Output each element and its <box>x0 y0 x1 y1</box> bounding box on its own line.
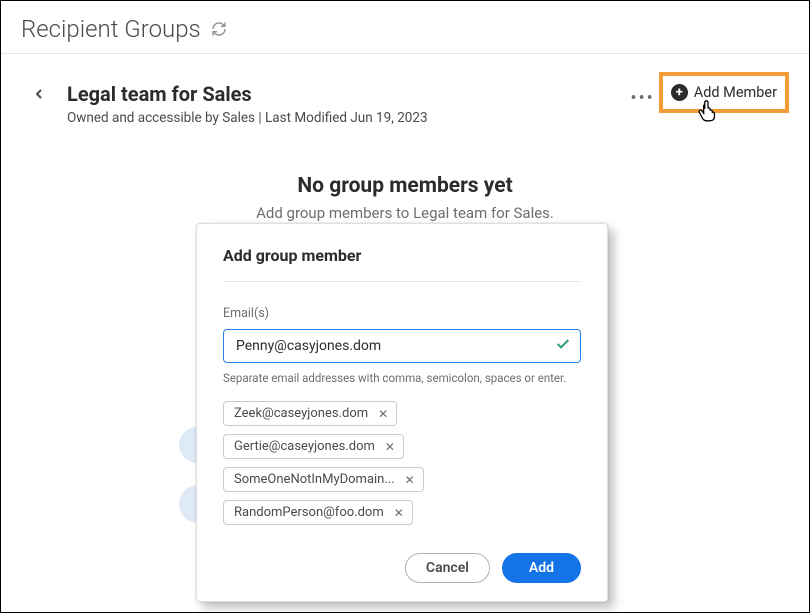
add-member-wrap: + Add Member <box>669 82 779 103</box>
divider <box>223 281 581 282</box>
check-icon <box>555 336 571 356</box>
email-chip[interactable]: Gertie@caseyjones.dom ✕ <box>223 434 404 459</box>
group-header: Legal team for Sales Owned and accessibl… <box>1 54 809 126</box>
group-title: Legal team for Sales <box>67 82 428 106</box>
email-chip[interactable]: RandomPerson@foo.dom ✕ <box>223 500 413 525</box>
email-chip[interactable]: Zeek@caseyjones.dom ✕ <box>223 401 397 426</box>
empty-state: No group members yet Add group members t… <box>1 174 809 222</box>
page-title-row: Recipient Groups <box>1 1 809 54</box>
chip-text: Zeek@caseyjones.dom <box>234 406 368 421</box>
chip-remove-icon[interactable]: ✕ <box>405 473 415 487</box>
empty-title: No group members yet <box>1 174 809 198</box>
email-field-label: Email(s) <box>223 306 581 321</box>
group-meta: Owned and accessible by Sales | Last Mod… <box>67 110 428 126</box>
modal-title: Add group member <box>223 246 581 265</box>
chip-remove-icon[interactable]: ✕ <box>394 506 404 520</box>
email-chips: Zeek@caseyjones.dom ✕ Gertie@caseyjones.… <box>223 401 581 525</box>
back-button[interactable] <box>31 86 47 106</box>
email-chip[interactable]: SomeOneNotInMyDomain... ✕ <box>223 467 424 492</box>
group-title-block: Legal team for Sales Owned and accessibl… <box>67 82 428 126</box>
add-member-label: Add Member <box>694 84 777 101</box>
modal-footer: Cancel Add <box>223 553 581 583</box>
plus-icon: + <box>671 84 688 101</box>
refresh-icon[interactable] <box>211 21 227 37</box>
chip-text: Gertie@caseyjones.dom <box>234 439 375 454</box>
add-member-modal: Add group member Email(s) Separate email… <box>196 223 608 602</box>
add-button[interactable]: Add <box>502 553 581 583</box>
chip-remove-icon[interactable]: ✕ <box>378 407 388 421</box>
email-hint: Separate email addresses with comma, sem… <box>223 371 581 385</box>
email-input[interactable] <box>223 329 581 363</box>
chip-remove-icon[interactable]: ✕ <box>385 440 395 454</box>
chip-text: RandomPerson@foo.dom <box>234 505 384 520</box>
cancel-button[interactable]: Cancel <box>405 553 490 583</box>
email-input-wrap <box>223 329 581 363</box>
chip-text: SomeOneNotInMyDomain... <box>234 472 395 487</box>
empty-subtitle: Add group members to Legal team for Sale… <box>1 204 809 222</box>
page-title: Recipient Groups <box>21 15 201 43</box>
more-options-button[interactable]: ••• <box>631 88 655 109</box>
add-member-button[interactable]: + Add Member <box>669 82 779 103</box>
